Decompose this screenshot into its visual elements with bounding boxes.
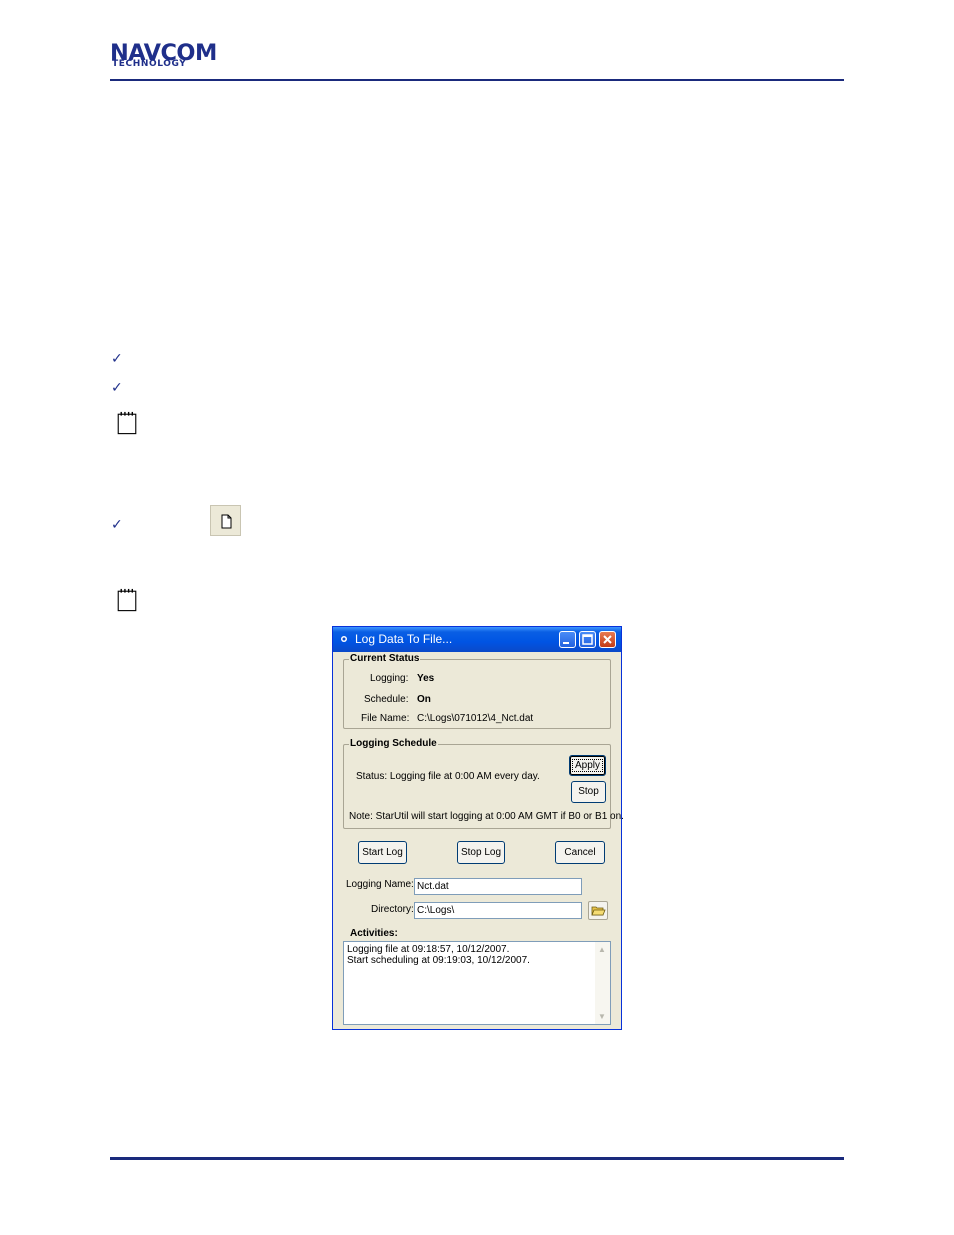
- file-name-value: C:\Logs\071012\4_Nct.dat: [417, 713, 534, 724]
- maximize-button[interactable]: [579, 631, 596, 648]
- logo-subtitle: TECHNOLOGY: [112, 59, 187, 69]
- directory-label: Directory:: [371, 904, 414, 915]
- notepad-icon: [117, 411, 137, 435]
- apply-label: Apply: [571, 759, 603, 772]
- activity-line: Logging file at 09:18:57, 10/12/2007.: [347, 944, 510, 955]
- stop-schedule-button[interactable]: Stop: [571, 781, 606, 803]
- start-log-button[interactable]: Start Log: [358, 841, 407, 864]
- checkmark-icon: ✓: [111, 380, 123, 396]
- logging-name-input[interactable]: Nct.dat: [414, 878, 582, 895]
- logging-schedule-group: Logging Schedule Status: Logging file at…: [343, 737, 624, 829]
- maximize-icon: [582, 634, 593, 645]
- logging-schedule-label: Logging Schedule: [349, 737, 438, 750]
- apply-button[interactable]: Apply: [569, 755, 606, 776]
- directory-input[interactable]: C:\Logs\: [414, 902, 582, 919]
- logging-label: Logging:: [370, 673, 409, 684]
- notepad-icon: [117, 588, 137, 612]
- new-file-icon: [221, 514, 232, 529]
- activities-label: Activities:: [350, 928, 398, 939]
- navcom-logo: NAVCOM TECHNOLOGY: [110, 43, 235, 70]
- scroll-up-icon[interactable]: ▲: [598, 945, 606, 954]
- footer-rule: [110, 1157, 844, 1160]
- current-status-label: Current Status: [349, 652, 421, 665]
- schedule-status-text: Status: Logging file at 0:00 AM every da…: [356, 771, 540, 782]
- minimize-icon: [563, 642, 569, 644]
- schedule-value: On: [417, 694, 431, 705]
- header-rule: [110, 79, 844, 81]
- checkmark-icon: ✓: [111, 517, 123, 533]
- activities-list[interactable]: Logging file at 09:18:57, 10/12/2007. St…: [343, 941, 611, 1025]
- cancel-button[interactable]: Cancel: [555, 841, 605, 864]
- current-status-group: Current Status Logging: Yes Schedule: On…: [343, 652, 611, 729]
- new-file-button[interactable]: [210, 505, 241, 536]
- schedule-note-text: Note: StarUtil will start logging at 0:0…: [349, 811, 624, 822]
- checkmark-icon: ✓: [111, 351, 123, 367]
- dialog-titlebar[interactable]: Log Data To File...: [333, 627, 621, 652]
- satellite-icon: [341, 636, 347, 642]
- browse-folder-button[interactable]: [588, 901, 608, 920]
- scroll-down-icon[interactable]: ▼: [598, 1012, 606, 1021]
- activities-scrollbar[interactable]: ▲ ▼: [595, 942, 610, 1024]
- logging-name-label: Logging Name:: [346, 879, 414, 890]
- minimize-button[interactable]: [559, 631, 576, 648]
- stop-log-button[interactable]: Stop Log: [457, 841, 505, 864]
- folder-open-icon: [591, 906, 606, 916]
- close-icon: [603, 635, 612, 644]
- activity-line: Start scheduling at 09:19:03, 10/12/2007…: [347, 955, 530, 966]
- schedule-label: Schedule:: [364, 694, 409, 705]
- dialog-title: Log Data To File...: [355, 632, 453, 646]
- logging-value: Yes: [417, 673, 435, 684]
- file-name-label: File Name:: [361, 713, 410, 724]
- log-data-dialog: Log Data To File... Current Status Loggi…: [332, 626, 624, 1030]
- close-button[interactable]: [599, 631, 616, 648]
